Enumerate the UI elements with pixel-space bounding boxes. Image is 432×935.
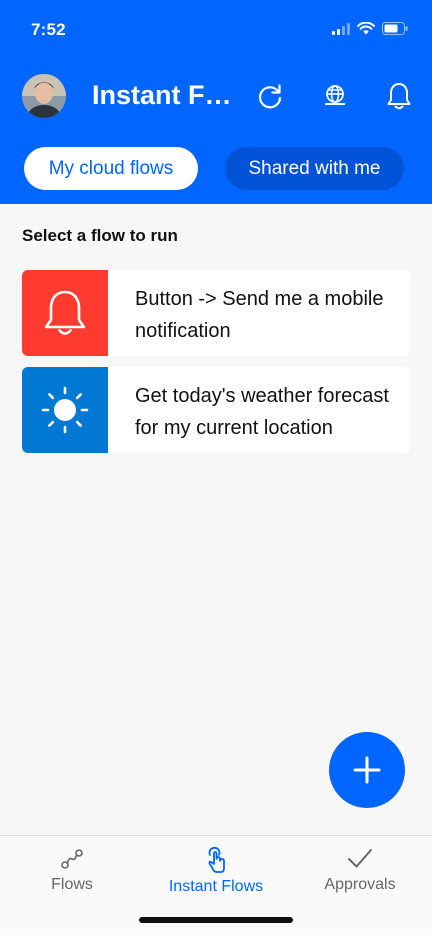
flow-card-mobile-notification[interactable]: Button -> Send me a mobile notification: [22, 270, 410, 356]
flow-card-weather-forecast[interactable]: Get today's weather forecast for my curr…: [22, 367, 410, 453]
cellular-signal-icon: [332, 22, 350, 35]
avatar-photo: [22, 74, 66, 118]
nav-label: Instant Flows: [168, 878, 264, 895]
tab-my-cloud-flows[interactable]: My cloud flows: [24, 147, 198, 190]
checkmark-icon: [348, 849, 372, 868]
home-indicator: [139, 917, 293, 923]
nav-item-flows[interactable]: Flows: [0, 846, 144, 894]
battery-icon: [382, 22, 408, 35]
bell-icon: [44, 290, 86, 335]
nav-item-approvals[interactable]: Approvals: [288, 846, 432, 894]
status-icons: [332, 22, 408, 35]
wifi-icon: [357, 22, 375, 35]
user-avatar[interactable]: [22, 74, 66, 118]
nav-item-instant-flows[interactable]: Instant Flows: [144, 846, 288, 896]
flow-label: Get today's weather forecast for my curr…: [135, 385, 389, 439]
bell-icon[interactable]: [384, 80, 414, 112]
flow-tile: [22, 270, 108, 356]
refresh-icon[interactable]: [255, 80, 285, 112]
flow-tile: [22, 367, 108, 453]
nav-label: Approvals: [324, 876, 396, 893]
globe-icon[interactable]: [320, 80, 350, 112]
page-title: Instant Flows: [92, 80, 232, 110]
nav-label: Flows: [51, 876, 93, 893]
sun-icon: [41, 386, 89, 434]
add-flow-button[interactable]: [329, 732, 405, 808]
app-header: 7:52 Instant Flows: [0, 0, 432, 204]
tab-shared-with-me[interactable]: Shared with me: [225, 147, 404, 190]
flows-icon: [61, 849, 83, 869]
status-time: 7:52: [31, 20, 66, 39]
status-bar: 7:52: [0, 0, 432, 60]
flow-label: Button -> Send me a mobile notification: [135, 288, 384, 342]
plus-icon: [353, 756, 381, 784]
touch-icon: [208, 847, 225, 873]
section-title: Select a flow to run: [22, 226, 178, 245]
